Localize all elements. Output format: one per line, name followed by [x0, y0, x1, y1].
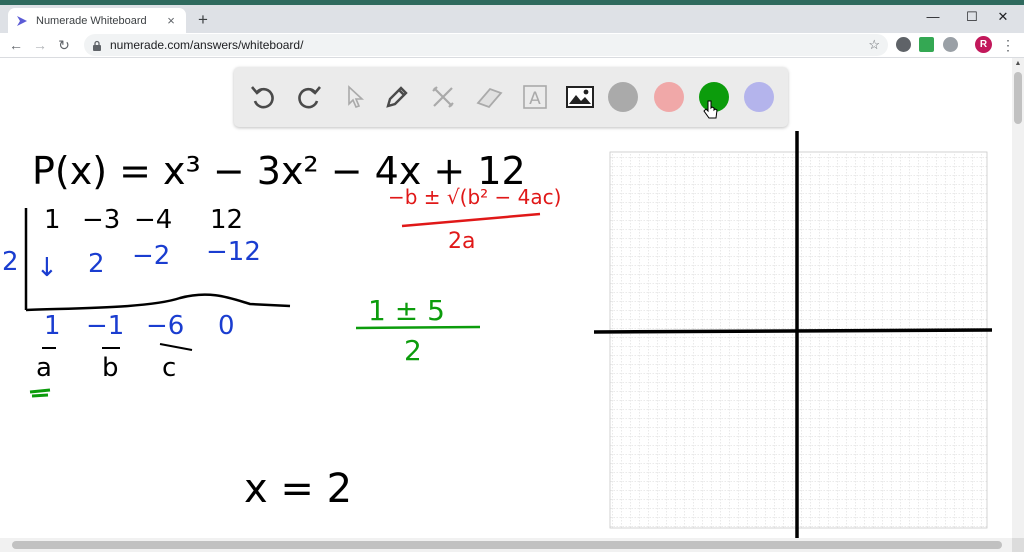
color-gray-swatch[interactable] [608, 82, 638, 112]
forward-icon[interactable]: → [30, 35, 50, 55]
tab-strip: Numerade Whiteboard × + — ☐ ✕ [0, 0, 1024, 33]
whiteboard-drawing: P(x) = x³ − 3x² − 4x + 12 1 −3 −4 12 2 ↓… [2, 131, 993, 538]
coeff-3: −4 [134, 205, 172, 235]
hand-cursor-icon [703, 100, 718, 119]
shape-tools[interactable] [426, 80, 460, 114]
abc-marks [42, 343, 193, 351]
green-fraction-bar [355, 325, 481, 330]
coeff-2: −3 [82, 205, 120, 235]
lock-icon [93, 40, 101, 51]
tab-numerade-whiteboard[interactable]: Numerade Whiteboard × [8, 8, 186, 33]
x-axis [593, 328, 993, 334]
extension-icon[interactable] [896, 37, 911, 52]
color-lavender-swatch[interactable] [744, 82, 774, 112]
close-window-icon[interactable]: ✕ [988, 7, 1018, 27]
division-line [25, 293, 291, 312]
label-c: c [162, 353, 176, 383]
reload-icon[interactable]: ↻ [54, 35, 74, 55]
synthetic-division: 1 −3 −4 12 2 ↓ 2 −2 −12 1 −1 −6 0 a b c [2, 205, 261, 383]
horizontal-scrollbar[interactable] [0, 538, 1012, 552]
result-4: 0 [218, 311, 235, 341]
account-extension-icon[interactable] [943, 37, 958, 52]
down-arrow-icon: ↓ [36, 253, 58, 283]
maximize-icon[interactable]: ☐ [957, 7, 987, 27]
tab-title: Numerade Whiteboard [36, 14, 147, 27]
coeff-4: 12 [210, 205, 243, 235]
product-2: −2 [132, 241, 170, 271]
result-2: −1 [86, 311, 124, 341]
undo-icon [251, 86, 274, 109]
label-b: b [102, 353, 119, 383]
root-solution: x = 2 [244, 466, 352, 512]
product-1: 2 [88, 249, 105, 279]
quadratic-fraction-bar [401, 212, 541, 228]
tools-icon [432, 86, 454, 108]
pen-tool[interactable] [380, 80, 414, 114]
green-underline [29, 388, 51, 398]
tab-close-icon[interactable]: × [164, 13, 178, 28]
browser-menu-icon[interactable]: ⋮ [1001, 35, 1015, 55]
horizontal-scroll-thumb[interactable] [12, 541, 1002, 549]
vertical-scrollbar[interactable]: ▲ [1012, 58, 1024, 538]
label-a: a [36, 353, 52, 383]
select-icon [348, 85, 365, 108]
text-tool[interactable]: A [518, 80, 552, 114]
new-tab-button[interactable]: + [194, 9, 212, 31]
address-bar[interactable]: numerade.com/answers/whiteboard/ ☆ [84, 34, 888, 56]
vertical-scroll-thumb[interactable] [1014, 72, 1022, 124]
eraser-icon [476, 87, 503, 109]
check-extension-icon[interactable] [919, 37, 934, 52]
screen: Numerade Whiteboard × + — ☐ ✕ ← → ↻ nume… [0, 0, 1024, 552]
scroll-up-icon[interactable]: ▲ [1012, 60, 1024, 70]
color-pink-swatch[interactable] [654, 82, 684, 112]
image-icon [566, 86, 594, 108]
eraser-tool[interactable] [472, 80, 506, 114]
quadratic-formula-top: −b ± √(b² − 4ac) [388, 185, 561, 209]
product-3: −12 [206, 237, 261, 267]
coeff-1: 1 [44, 205, 61, 235]
scrollbar-corner [1012, 538, 1024, 552]
back-icon[interactable]: ← [6, 35, 26, 55]
redo-button[interactable] [292, 80, 326, 114]
result-3: −6 [146, 311, 184, 341]
numerade-logo-icon [17, 15, 27, 26]
browser-toolbar: ← → ↻ numerade.com/answers/whiteboard/ ☆… [0, 33, 1024, 58]
pen-icon [386, 86, 408, 108]
minimize-icon[interactable]: — [918, 7, 948, 27]
image-tool[interactable] [563, 80, 597, 114]
green-numerator: 1 ± 5 [368, 294, 445, 327]
quadratic-formula-bottom: 2a [448, 229, 475, 254]
url-text: numerade.com/answers/whiteboard/ [110, 38, 304, 52]
text-icon: A [523, 85, 547, 109]
result-1: 1 [44, 311, 61, 341]
text-tool-glyph: A [529, 89, 541, 109]
bookmark-star-icon[interactable]: ☆ [868, 37, 880, 53]
undo-button[interactable] [246, 80, 280, 114]
redo-icon [298, 86, 321, 109]
green-denominator: 2 [404, 334, 422, 367]
profile-avatar[interactable]: R [975, 36, 992, 53]
select-tool[interactable] [338, 80, 372, 114]
divisor: 2 [2, 247, 19, 277]
